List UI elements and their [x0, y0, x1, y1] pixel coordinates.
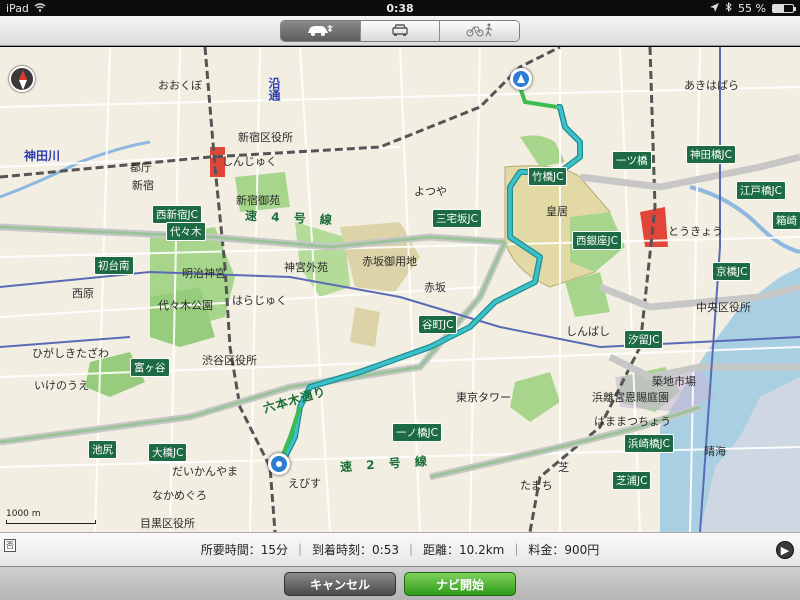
- map-label: 西原: [72, 287, 94, 300]
- car-front-icon: [391, 22, 409, 41]
- map-label-jc: 汐留JC: [624, 330, 664, 349]
- top-toolbar: [0, 16, 800, 46]
- route-start-pin[interactable]: [510, 68, 532, 90]
- start-navigation-button[interactable]: ナビ開始: [404, 572, 516, 596]
- map-label: ひがしきたざわ: [32, 347, 109, 360]
- transport-mode-selector: [280, 20, 520, 42]
- map-label-jc: 三宅坂JC: [432, 209, 482, 228]
- mode-walk-bike[interactable]: [440, 21, 519, 41]
- map-label-jc: 代々木: [166, 222, 206, 241]
- route-goal-pin[interactable]: [268, 453, 290, 475]
- map-label: いけのうえ: [34, 379, 89, 392]
- status-right: 55 %: [710, 1, 796, 15]
- wifi-icon: [34, 2, 46, 15]
- mode-car[interactable]: [360, 21, 441, 41]
- map-label: なかめぐろ: [152, 489, 207, 502]
- map-label-jc: 谷町JC: [418, 315, 458, 334]
- map-label: 赤坂御用地: [362, 255, 417, 268]
- map-label: 新宿: [132, 179, 154, 192]
- map-label: 新宿御苑: [236, 194, 280, 207]
- bottom-action-bar: キャンセル ナビ開始: [0, 566, 800, 600]
- map-label: 東京タワー: [456, 391, 511, 404]
- map-label-jc: 初台南: [94, 256, 134, 275]
- toll-fee: 料金：900円: [528, 543, 600, 557]
- map-label-jc: 京橋JC: [712, 262, 752, 281]
- map-scale: 1000 m: [6, 509, 96, 524]
- map-label: 渋谷区役所: [202, 354, 257, 367]
- walk-bike-icon: [465, 22, 495, 41]
- map-label: 都庁: [130, 161, 152, 174]
- cancel-button[interactable]: キャンセル: [284, 572, 396, 596]
- route-detail-button[interactable]: ▶: [776, 541, 794, 559]
- battery-percent: 55 %: [738, 1, 766, 15]
- map-label: はらじゅく: [232, 294, 287, 307]
- map-label: しんばし: [566, 325, 610, 338]
- arrival-time: 到着時刻：0:53: [312, 543, 399, 557]
- scale-label: 1000 m: [6, 509, 41, 519]
- map-label: 新宿区役所: [238, 131, 293, 144]
- info-separator: ｜: [294, 543, 307, 557]
- map-label: 明治神宮: [182, 267, 226, 280]
- map-label: よつや: [414, 185, 447, 198]
- route-map[interactable]: 新宿区役所 しんじゅく 新宿 都庁 新宿御苑 西新宿JC 代々木 初台南 明治神…: [0, 47, 800, 532]
- map-label: おおくぼ: [158, 79, 202, 92]
- map-label: 築地市場: [652, 375, 696, 388]
- distance: 距離：10.2km: [422, 543, 505, 557]
- car-icon: [306, 22, 334, 41]
- map-label-jc: 池尻: [88, 440, 117, 459]
- map-label-jc: 富ヶ谷: [130, 358, 170, 377]
- chevron-right-icon: ▶: [780, 543, 790, 557]
- map-label: だいかんやま: [172, 465, 238, 478]
- map-label: 芝: [558, 461, 569, 474]
- map-label-jc: 江戸橋JC: [736, 181, 786, 200]
- map-label: はままつちょう: [594, 415, 671, 428]
- bluetooth-icon: [725, 1, 732, 15]
- scale-bar: [6, 520, 96, 524]
- map-label: 赤坂: [424, 281, 446, 294]
- map-label-jc: 西銀座JC: [572, 231, 622, 250]
- map-label: とうきょう: [668, 225, 723, 238]
- status-time: 0:38: [386, 1, 414, 15]
- map-label: しんじゅく: [222, 155, 277, 168]
- map-label: 晴海: [704, 445, 726, 458]
- status-bar: iPad 0:38 55 %: [0, 0, 800, 16]
- map-label-jc: 箱崎: [772, 211, 800, 230]
- device-name: iPad: [6, 1, 29, 15]
- map-label-jc: 芝浦JC: [612, 471, 652, 490]
- map-label: 代々木公園: [158, 299, 213, 312]
- map-label-jc: 大橋JC: [148, 443, 188, 462]
- battery-icon: [772, 3, 796, 13]
- map-label-river: 神田川: [24, 149, 61, 163]
- map-label-jc: 一ノ橋JC: [392, 423, 442, 442]
- map-label: 皇居: [546, 205, 568, 218]
- map-label: たまち: [520, 479, 553, 492]
- location-arrow-icon: [710, 2, 720, 15]
- map-label: えびす: [288, 477, 321, 490]
- route-info-bar: 否 所要時間：15分 ｜ 到着時刻：0:53 ｜ 距離：10.2km ｜ 料金：…: [0, 532, 800, 566]
- map-label: 目黒区役所: [140, 517, 195, 530]
- status-left: iPad: [6, 2, 46, 15]
- map-badge-icon: 否: [4, 539, 16, 552]
- mode-car-toll[interactable]: [281, 21, 361, 41]
- map-label-jc: 竹橋JC: [528, 167, 568, 186]
- route-start-segment: [518, 86, 558, 109]
- map-label-jc: 浜崎橋JC: [624, 434, 674, 453]
- map-label-road: 沿通: [267, 77, 281, 101]
- info-separator: ｜: [510, 543, 523, 557]
- map-label: あきはばら: [684, 79, 739, 92]
- map-label: 浜離宮恩賜庭園: [592, 391, 669, 404]
- travel-time: 所要時間：15分: [200, 543, 288, 557]
- map-label-jc: 神田橋JC: [686, 145, 736, 164]
- info-separator: ｜: [404, 543, 417, 557]
- compass-icon[interactable]: [9, 66, 35, 92]
- map-label: 神宮外苑: [284, 261, 328, 274]
- map-label-jc: 一ツ橋: [612, 151, 652, 170]
- map-label: 中央区役所: [696, 301, 751, 314]
